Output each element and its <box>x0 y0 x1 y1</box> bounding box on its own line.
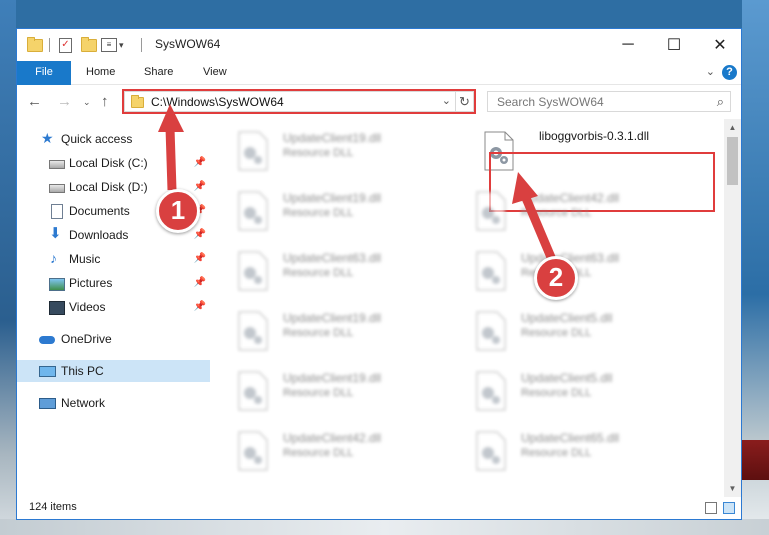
step-marker-2: 2 <box>534 256 578 300</box>
arrow-2 <box>512 172 558 264</box>
annotation-arrows <box>158 104 558 264</box>
arrow-1 <box>158 104 184 191</box>
step-marker-1: 1 <box>156 189 200 233</box>
